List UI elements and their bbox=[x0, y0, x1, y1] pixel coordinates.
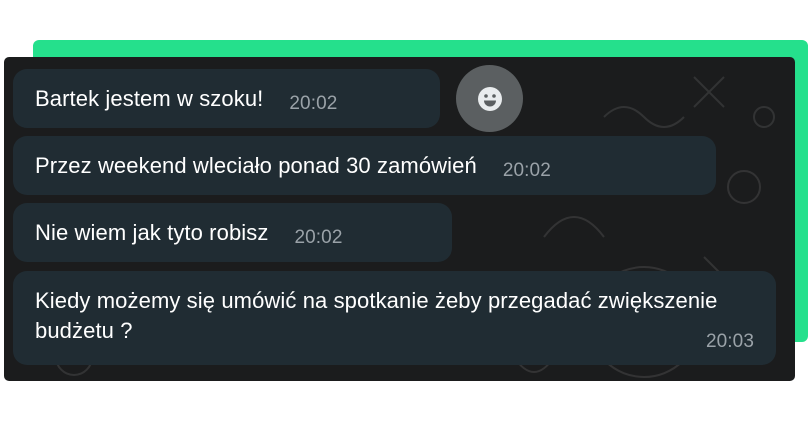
message-bubble[interactable]: Kiedy możemy się umówić na spotkanie żeb… bbox=[13, 271, 776, 365]
message-text: Bartek jestem w szoku! bbox=[35, 85, 264, 111]
message-bubble[interactable]: Nie wiem jak tyto robisz 20:02 bbox=[13, 203, 452, 262]
message-timestamp: 20:02 bbox=[294, 226, 343, 248]
message-text: Kiedy możemy się umówić na spotkanie żeb… bbox=[35, 288, 718, 343]
smiley-icon bbox=[477, 86, 502, 111]
message-bubble[interactable]: Bartek jestem w szoku! 20:02 bbox=[13, 69, 440, 128]
message-text: Nie wiem jak tyto robisz bbox=[35, 219, 269, 245]
message-bubble[interactable]: Przez weekend wleciało ponad 30 zamówień… bbox=[13, 136, 716, 195]
message-timestamp: 20:02 bbox=[502, 159, 551, 181]
message-timestamp: 20:02 bbox=[289, 92, 338, 114]
message-timestamp: 20:03 bbox=[705, 331, 754, 352]
emoji-reaction-button[interactable] bbox=[456, 65, 523, 132]
message-text: Przez weekend wleciało ponad 30 zamówień bbox=[35, 152, 477, 178]
screenshot-stage: Bartek jestem w szoku! 20:02 Przez weeke… bbox=[0, 0, 812, 422]
chat-panel: Bartek jestem w szoku! 20:02 Przez weeke… bbox=[4, 57, 795, 381]
